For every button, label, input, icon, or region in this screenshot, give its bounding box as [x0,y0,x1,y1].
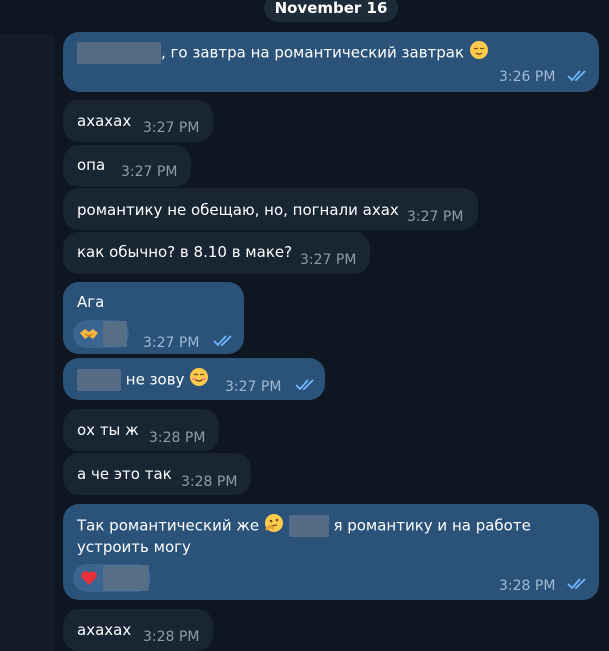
date-separator: November 16 [264,0,398,22]
message-text: ахахах [77,112,132,130]
reaction-chip[interactable] [73,320,129,348]
message-text: а че это так [77,465,172,483]
message-time: 3:27 PM [121,164,178,180]
message-incoming-5[interactable]: как обычно? в 8.10 в маке? 3:27 PM [63,232,370,274]
message-outgoing-7[interactable]: не зову 3:27 PM [63,358,325,400]
message-text: романтику не обещаю, но, погнали ахах [77,201,399,219]
redacted-name [77,369,121,391]
message-outgoing-1[interactable]: , го завтра на романтический завтрак 3:2… [63,32,599,92]
reactor-avatar-redacted [103,321,127,347]
message-time: 3:28 PM [181,474,238,490]
message-incoming-2[interactable]: ахахах 3:27 PM [63,100,213,142]
smiling-face-icon [189,367,209,393]
message-text-part-1: Так романтический же [77,516,260,535]
message-outgoing-10[interactable]: Так романтический же я романтику и на ра… [63,504,599,600]
message-time: 3:26 PM [499,69,556,85]
message-time: 3:27 PM [143,335,200,351]
message-time: 3:27 PM [300,252,357,268]
relieved-face-icon [469,40,489,66]
message-time: 3:28 PM [499,578,556,594]
red-heart-icon [79,568,99,594]
read-ticks-icon [213,335,232,347]
message-text-part-3: устроить могу [77,538,191,556]
handshake-icon [79,324,99,350]
message-text: опа [77,156,106,174]
read-ticks-icon [567,578,586,590]
message-text: не зову [125,370,185,389]
redacted-name [288,515,329,537]
message-incoming-11[interactable]: ахахах 3:28 PM [63,609,213,651]
message-incoming-9[interactable]: а че это так 3:28 PM [63,453,251,495]
chat-left-strip [0,34,54,651]
message-text: как обычно? в 8.10 в маке? [77,243,293,261]
redacted-name [77,42,161,64]
thinking-face-icon [264,513,284,539]
reactor-avatar-redacted [103,565,149,591]
message-text: ахахах [77,621,132,639]
message-text-part-2: я романтику и на работе [333,516,531,535]
read-ticks-icon [295,379,314,391]
message-time: 3:27 PM [143,120,200,136]
message-text: , го завтра на романтический завтрак [161,43,465,62]
message-time: 3:27 PM [225,379,282,395]
message-time: 3:28 PM [149,430,206,446]
message-time: 3:27 PM [407,209,464,225]
message-incoming-4[interactable]: романтику не обещаю, но, погнали ахах 3:… [63,188,478,230]
message-text: ох ты ж [77,421,139,439]
message-incoming-3[interactable]: опа 3:27 PM [63,145,191,187]
message-text: Ага [77,293,105,311]
message-incoming-8[interactable]: ох ты ж 3:28 PM [63,409,219,451]
read-ticks-icon [567,70,586,82]
message-outgoing-6[interactable]: Ага 3:27 PM [63,282,244,354]
message-time: 3:28 PM [143,629,200,645]
reaction-chip[interactable] [73,564,151,592]
